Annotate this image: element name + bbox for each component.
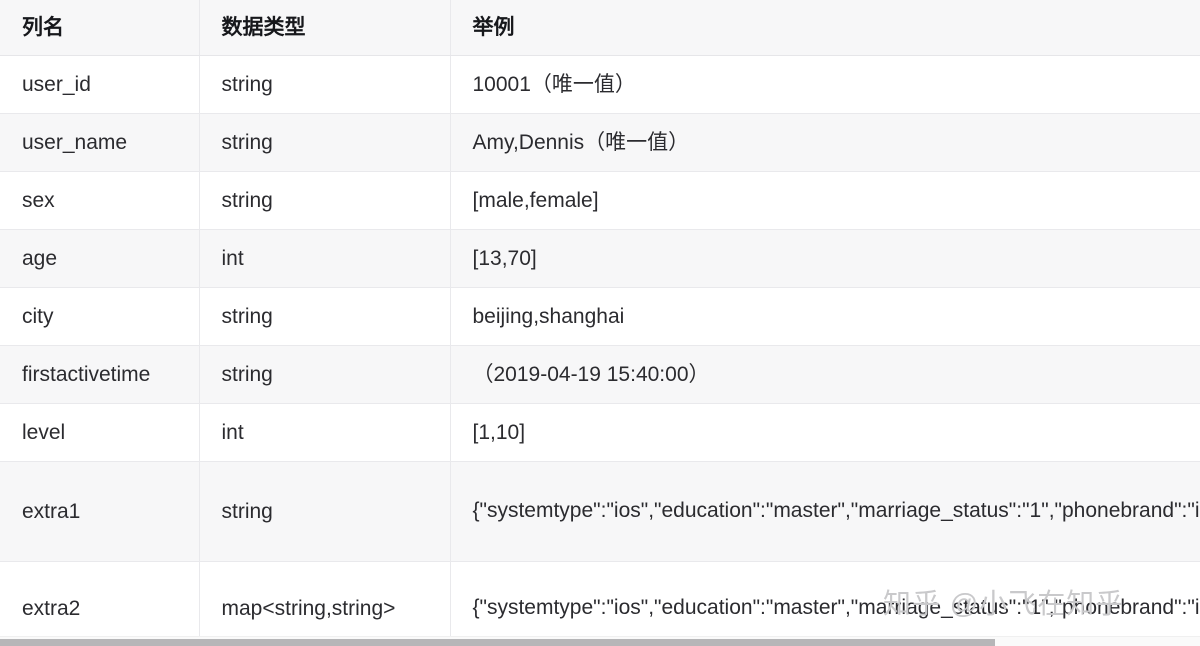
table-row: extra2 map<string,string> {"systemtype":… (0, 561, 1200, 637)
table-row: sex string [male,female] (0, 171, 1200, 230)
cell-example: {"systemtype":"ios","education":"master"… (450, 561, 1200, 637)
cell-column-name: firstactivetime (0, 345, 200, 404)
cell-column-name: user_id (0, 55, 200, 114)
cell-data-type: map<string,string> (199, 561, 451, 637)
cell-column-name: age (0, 229, 200, 288)
cell-data-type: int (199, 229, 451, 288)
cell-example: {"systemtype":"ios","education":"master"… (450, 461, 1200, 562)
table-scroll-viewport[interactable]: 列名 数据类型 举例 user_id string 10001（唯一值） use… (0, 0, 1200, 637)
cell-data-type: string (199, 171, 451, 230)
header-row: 列名 数据类型 举例 (0, 0, 1200, 56)
table-row: user_name string Amy,Dennis（唯一值） (0, 113, 1200, 172)
cell-column-name: level (0, 403, 200, 462)
cell-data-type: string (199, 461, 451, 562)
header-column-name: 列名 (0, 0, 200, 56)
cell-data-type: string (199, 287, 451, 346)
field-schema-table: 列名 数据类型 举例 user_id string 10001（唯一值） use… (0, 0, 1200, 637)
cell-data-type: string (199, 345, 451, 404)
table-row: firstactivetime string （2019-04-19 15:40… (0, 345, 1200, 404)
cell-example: 10001（唯一值） (450, 55, 1200, 114)
header-data-type: 数据类型 (199, 0, 451, 56)
cell-example: [1,10] (450, 403, 1200, 462)
cell-column-name: sex (0, 171, 200, 230)
cell-example: Amy,Dennis（唯一值） (450, 113, 1200, 172)
cell-example: beijing,shanghai (450, 287, 1200, 346)
table-header: 列名 数据类型 举例 (0, 0, 1200, 56)
table-row: city string beijing,shanghai (0, 287, 1200, 346)
cell-column-name: extra2 (0, 561, 200, 637)
table-row: age int [13,70] (0, 229, 1200, 288)
cell-data-type: int (199, 403, 451, 462)
table-row: user_id string 10001（唯一值） (0, 55, 1200, 114)
header-example: 举例 (450, 0, 1200, 56)
json-example-text: {"systemtype":"ios","education":"master"… (472, 596, 1200, 620)
table-row: level int [1,10] (0, 403, 1200, 462)
cell-column-name: extra1 (0, 461, 200, 562)
cell-example: （2019-04-19 15:40:00） (450, 345, 1200, 404)
cell-data-type: string (199, 113, 451, 172)
cell-data-type: string (199, 55, 451, 114)
cell-column-name: city (0, 287, 200, 346)
horizontal-scrollbar-thumb[interactable] (0, 639, 995, 646)
table-row: extra1 string {"systemtype":"ios","educa… (0, 461, 1200, 562)
cell-example: [13,70] (450, 229, 1200, 288)
table-body: user_id string 10001（唯一值） user_name stri… (0, 55, 1200, 637)
schema-table-page: 列名 数据类型 举例 user_id string 10001（唯一值） use… (0, 0, 1200, 646)
json-example-text: {"systemtype":"ios","education":"master"… (472, 499, 1200, 523)
cell-example: [male,female] (450, 171, 1200, 230)
horizontal-scrollbar-track[interactable] (0, 636, 1200, 646)
cell-column-name: user_name (0, 113, 200, 172)
